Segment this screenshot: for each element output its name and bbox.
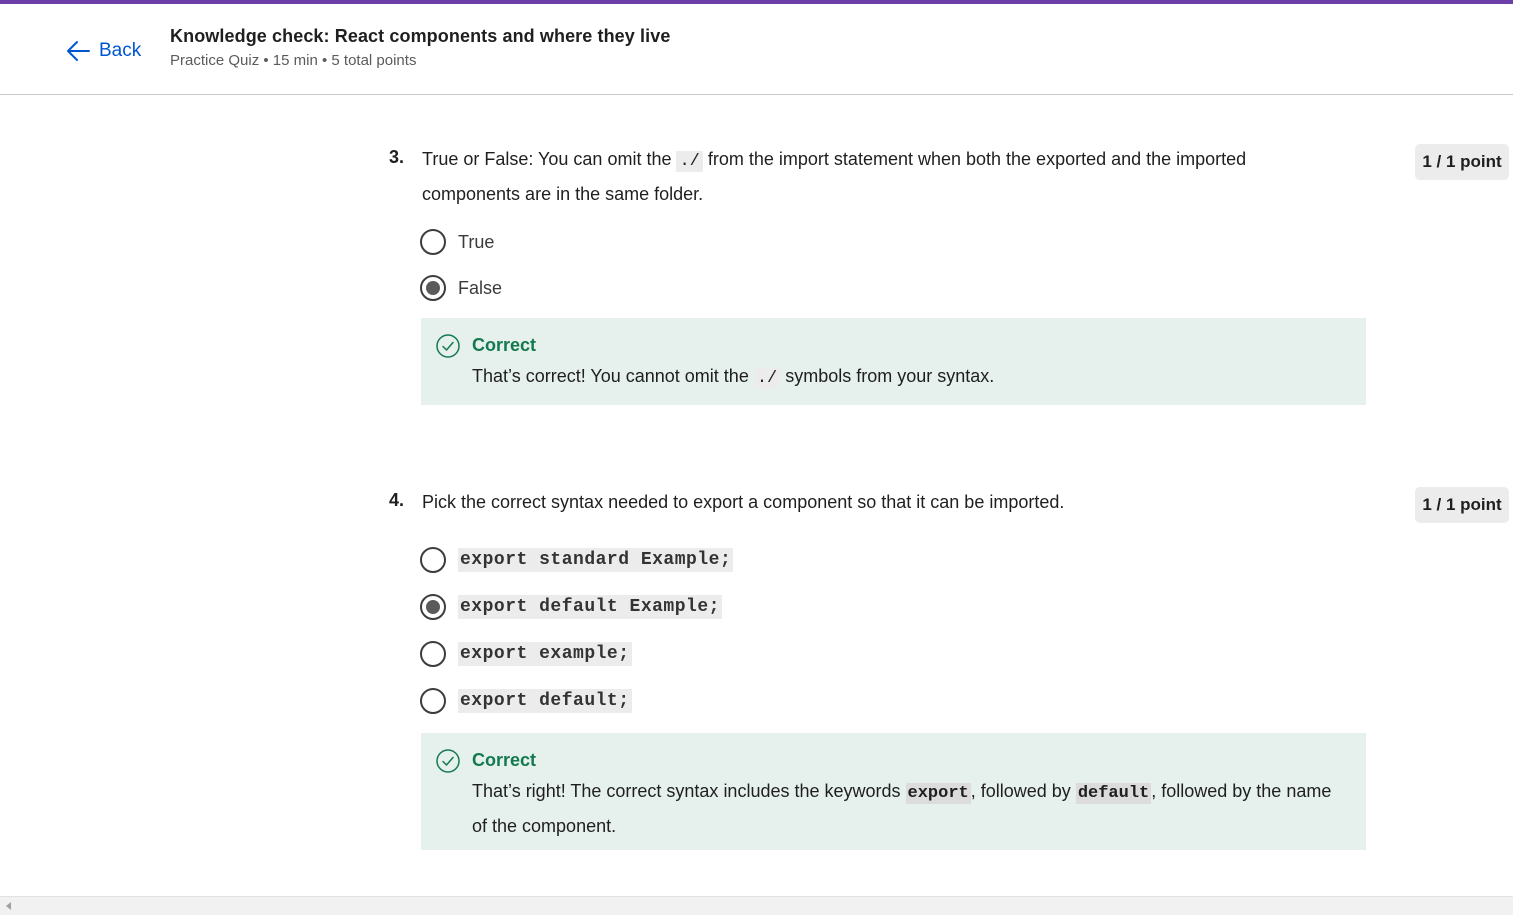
option-export-default[interactable]: export default; — [420, 688, 632, 714]
option-export-standard[interactable]: export standard Example; — [420, 547, 734, 573]
option-export-default-example[interactable]: export default Example; — [420, 594, 722, 620]
horizontal-scrollbar[interactable] — [0, 896, 1513, 915]
option-code-label: export example; — [458, 642, 632, 666]
feedback-text-part: That’s right! The correct syntax include… — [472, 781, 906, 801]
question-4: 4. Pick the correct syntax needed to exp… — [389, 486, 1513, 851]
question-3: 3. True or False: You can omit the ./ fr… — [389, 143, 1513, 408]
question-number: 4. — [389, 490, 405, 510]
question-text-part: True or False: You can omit the — [422, 149, 677, 169]
inline-code: ./ — [676, 151, 703, 172]
option-label: False — [458, 277, 503, 298]
feedback-text-part: , followed by — [970, 781, 1076, 801]
inline-code: export — [905, 783, 971, 804]
radio-button[interactable] — [420, 688, 446, 714]
quiz-header: Back Knowledge check: React components a… — [0, 4, 1513, 95]
question-text: True or False: You can omit the ./ from … — [422, 143, 1302, 210]
quiz-meta: Practice Quiz • 15 min • 5 total points — [170, 52, 417, 69]
option-code-label: export default Example; — [458, 595, 722, 619]
inline-code: default — [1075, 783, 1152, 804]
radio-button-selected[interactable] — [420, 594, 446, 620]
option-true[interactable]: True — [420, 229, 494, 255]
points-badge: 1 / 1 point — [1415, 487, 1509, 523]
points-badge: 1 / 1 point — [1415, 144, 1509, 180]
option-code-label: export standard Example; — [458, 548, 734, 572]
feedback-correct: Correct That’s right! The correct syntax… — [421, 733, 1366, 850]
quiz-title-block: Knowledge check: React components and wh… — [170, 26, 670, 69]
feedback-title: Correct — [472, 750, 537, 770]
back-label: Back — [99, 40, 142, 61]
radio-button[interactable] — [420, 641, 446, 667]
feedback-text-part: That’s correct! You cannot omit the — [472, 366, 754, 386]
question-number: 3. — [389, 147, 405, 167]
radio-button-selected[interactable] — [420, 275, 446, 301]
radio-button[interactable] — [420, 547, 446, 573]
scroll-left-arrow-icon[interactable] — [6, 902, 11, 910]
feedback-title: Correct — [472, 335, 537, 355]
feedback-text: That’s right! The correct syntax include… — [472, 775, 1342, 842]
inline-code: ./ — [753, 368, 781, 389]
option-false[interactable]: False — [420, 275, 502, 301]
radio-button[interactable] — [420, 229, 446, 255]
feedback-text: That’s correct! You cannot omit the ./ s… — [472, 360, 1342, 395]
page-title: Knowledge check: React components and wh… — [170, 26, 671, 46]
option-export-example[interactable]: export example; — [420, 641, 632, 667]
check-circle-icon — [436, 334, 460, 358]
option-code-label: export default; — [458, 689, 632, 713]
question-text: Pick the correct syntax needed to export… — [422, 492, 1065, 512]
feedback-text-part: symbols from your syntax. — [780, 366, 995, 386]
back-button[interactable]: Back — [66, 37, 141, 65]
check-circle-icon — [436, 749, 460, 773]
arrow-left-icon — [67, 41, 90, 61]
option-label: True — [458, 231, 495, 252]
feedback-correct: Correct That’s correct! You cannot omit … — [421, 318, 1366, 405]
